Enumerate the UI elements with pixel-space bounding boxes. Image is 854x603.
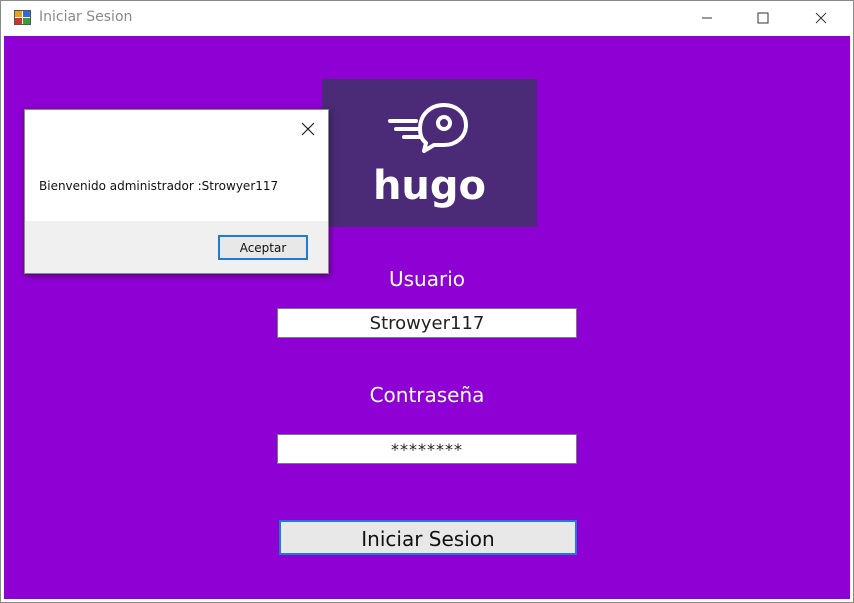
close-icon: [301, 122, 315, 136]
title-bar[interactable]: Iniciar Sesion: [1, 1, 853, 36]
minimize-button[interactable]: [679, 1, 735, 34]
login-button[interactable]: Iniciar Sesion: [279, 520, 577, 555]
window-close-button[interactable]: [793, 1, 849, 34]
app-icon: [14, 10, 31, 25]
minimize-icon: [702, 17, 712, 18]
ok-button[interactable]: Aceptar: [218, 235, 308, 260]
password-label: Contraseña: [369, 383, 485, 407]
close-icon: [815, 12, 827, 23]
message-box: Bienvenido administrador :Strowyer117 Ac…: [24, 109, 329, 274]
password-field[interactable]: ********: [277, 434, 577, 464]
login-window: Iniciar Sesion hugo Usuario Strowyer117 …: [0, 0, 854, 603]
message-text: Bienvenido administrador :Strowyer117: [39, 179, 279, 193]
window-title: Iniciar Sesion: [39, 9, 133, 25]
hugo-logo: hugo: [322, 79, 537, 227]
logo-wordmark: hugo: [372, 163, 487, 209]
bird-icon: [388, 103, 468, 153]
message-close-button[interactable]: [298, 119, 318, 139]
maximize-icon: [757, 12, 769, 23]
maximize-button[interactable]: [735, 1, 791, 34]
username-field[interactable]: Strowyer117: [277, 308, 577, 338]
